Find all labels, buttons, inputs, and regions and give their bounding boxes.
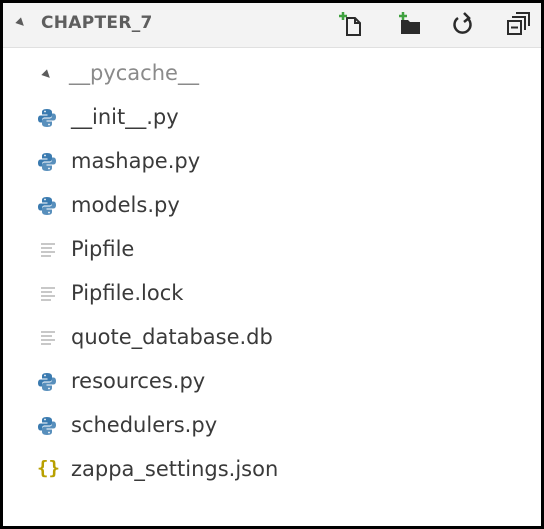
tree-item-pipfile-lock[interactable]: Pipfile.lock	[3, 272, 541, 316]
tree-item-schedulers-py[interactable]: schedulers.py	[3, 404, 541, 448]
explorer-header[interactable]: CHAPTER_7	[3, 3, 541, 48]
python-icon	[37, 416, 57, 436]
tree-item-label: schedulers.py	[71, 413, 218, 437]
tree-item-label: quote_database.db	[71, 325, 273, 349]
tree-item-label: Pipfile	[71, 237, 135, 261]
refresh-icon[interactable]	[450, 11, 476, 37]
new-file-icon[interactable]	[339, 11, 365, 37]
text-file-icon	[39, 284, 59, 304]
tree-item-zappa-settings-json[interactable]: {} zappa_settings.json	[3, 448, 541, 492]
chevron-down-icon[interactable]	[41, 69, 53, 81]
python-icon	[37, 108, 57, 128]
tree-item-models-py[interactable]: models.py	[3, 184, 541, 228]
tree-item-label: __init__.py	[71, 105, 179, 129]
file-explorer-panel: CHAPTER_7 __pycache__ __init__.py mashap…	[0, 0, 544, 529]
tree-item-resources-py[interactable]: resources.py	[3, 360, 541, 404]
tree-item-init-py[interactable]: __init__.py	[3, 96, 541, 140]
python-icon	[37, 372, 57, 392]
tree-item-mashape-py[interactable]: mashape.py	[3, 140, 541, 184]
explorer-title[interactable]: CHAPTER_7	[41, 13, 153, 33]
tree-item-label: Pipfile.lock	[71, 281, 184, 305]
tree-item-label: mashape.py	[71, 149, 201, 173]
python-icon	[37, 196, 57, 216]
tree-item-label: __pycache__	[69, 61, 199, 85]
chevron-down-icon[interactable]	[15, 17, 27, 29]
python-icon	[37, 152, 57, 172]
tree-item-pipfile[interactable]: Pipfile	[3, 228, 541, 272]
tree-item-pycache-folder[interactable]: __pycache__	[3, 52, 541, 96]
tree-item-label: resources.py	[71, 369, 206, 393]
tree-item-label: models.py	[71, 193, 180, 217]
tree-item-quote-database-db[interactable]: quote_database.db	[3, 316, 541, 360]
text-file-icon	[39, 240, 59, 260]
json-icon: {}	[37, 457, 60, 479]
tree-item-label: zappa_settings.json	[71, 457, 279, 481]
text-file-icon	[39, 328, 59, 348]
collapse-all-icon[interactable]	[505, 11, 531, 37]
new-folder-icon[interactable]	[397, 11, 423, 37]
